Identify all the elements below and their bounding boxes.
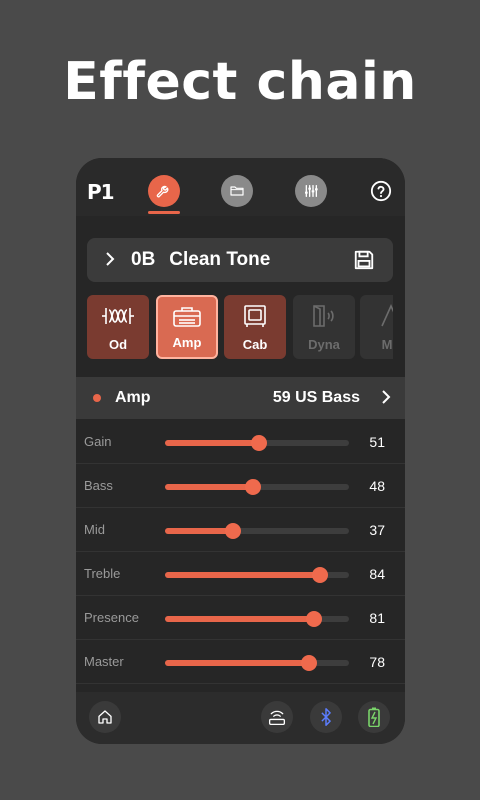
amp-model-selector[interactable]: Amp 59 US Bass — [76, 377, 405, 419]
param-label: Master — [84, 654, 124, 669]
block-label: Od — [108, 337, 128, 352]
nav-mixer-button[interactable] — [295, 175, 327, 207]
device-connection-button[interactable] — [261, 701, 293, 733]
param-value: 81 — [369, 610, 385, 626]
param-row: Presence 81 — [76, 596, 405, 640]
battery-charging-icon — [368, 707, 380, 727]
save-icon[interactable] — [353, 249, 375, 271]
presence-slider[interactable] — [165, 611, 349, 627]
slider-thumb[interactable] — [225, 523, 242, 539]
cabinet-icon — [244, 305, 266, 327]
block-cab[interactable]: Cab — [224, 295, 286, 359]
headline: Effect chain — [63, 52, 417, 112]
param-label: Presence — [84, 610, 139, 625]
battery-button[interactable] — [358, 701, 390, 733]
parameter-list: Gain 51 Bass 48 Mid 37 Treble 84 Presenc… — [76, 420, 405, 684]
home-icon — [98, 710, 112, 724]
nav-presets-button[interactable] — [221, 175, 253, 207]
mid-slider[interactable] — [165, 523, 349, 539]
overdrive-icon — [102, 308, 134, 324]
block-od[interactable]: Od — [87, 295, 149, 359]
block-title: Amp — [115, 389, 151, 406]
nav-edit-button[interactable] — [148, 175, 180, 207]
preset-name: Clean Tone — [169, 249, 271, 270]
param-label: Treble — [84, 566, 121, 581]
top-nav: P1 — [76, 158, 405, 216]
block-label: Amp — [172, 335, 202, 350]
bass-slider[interactable] — [165, 479, 349, 495]
preset-number: 0B — [131, 249, 156, 270]
dynamics-icon — [313, 305, 334, 327]
preset-selector[interactable]: 0B Clean Tone — [87, 238, 393, 282]
folder-icon — [230, 186, 244, 196]
param-label: Mid — [84, 522, 105, 537]
param-value: 48 — [369, 478, 385, 494]
treble-slider[interactable] — [165, 567, 349, 583]
amp-icon — [173, 307, 201, 327]
wrench-icon — [156, 185, 169, 198]
slider-thumb[interactable] — [300, 655, 317, 671]
bluetooth-icon — [321, 708, 331, 726]
gain-slider[interactable] — [165, 435, 349, 451]
param-value: 78 — [369, 654, 385, 670]
block-label: Mo — [381, 337, 393, 352]
slider-thumb[interactable] — [311, 567, 328, 583]
modulation-icon — [381, 304, 393, 327]
active-tab-indicator — [148, 211, 180, 214]
param-row: Bass 48 — [76, 464, 405, 508]
block-amp[interactable]: Amp — [156, 295, 218, 359]
param-row: Gain 51 — [76, 420, 405, 464]
param-label: Bass — [84, 478, 113, 493]
param-value: 37 — [369, 522, 385, 538]
chevron-right-icon — [105, 250, 117, 271]
block-label: Dyna — [308, 337, 340, 352]
effect-chain: Od Amp Cab Dyna M — [87, 295, 393, 361]
param-value: 84 — [369, 566, 385, 582]
status-dot — [93, 394, 101, 402]
master-slider[interactable] — [165, 655, 349, 671]
chevron-right-icon — [382, 390, 391, 404]
device-wifi-icon — [268, 710, 286, 726]
param-row: Mid 37 — [76, 508, 405, 552]
app-logo: P1 — [87, 180, 115, 204]
param-row: Treble 84 — [76, 552, 405, 596]
slider-thumb[interactable] — [245, 479, 262, 495]
nav-help-button[interactable] — [365, 175, 397, 207]
param-label: Gain — [84, 434, 112, 449]
block-label: Cab — [242, 337, 268, 352]
app-screen: P1 0B Clean Tone Od Amp Cab Dyna M Amp 5… — [76, 158, 405, 744]
mixer-icon — [305, 185, 318, 197]
param-value: 51 — [369, 434, 385, 450]
slider-thumb[interactable] — [250, 435, 267, 451]
bottom-bar — [76, 692, 405, 744]
block-mod[interactable]: Mo — [360, 295, 393, 359]
block-dyna[interactable]: Dyna — [293, 295, 355, 359]
help-icon — [370, 180, 392, 202]
home-button[interactable] — [89, 701, 121, 733]
param-row: Master 78 — [76, 640, 405, 684]
bluetooth-button[interactable] — [310, 701, 342, 733]
amp-model-name: 59 US Bass — [272, 389, 360, 406]
slider-thumb[interactable] — [306, 611, 323, 627]
